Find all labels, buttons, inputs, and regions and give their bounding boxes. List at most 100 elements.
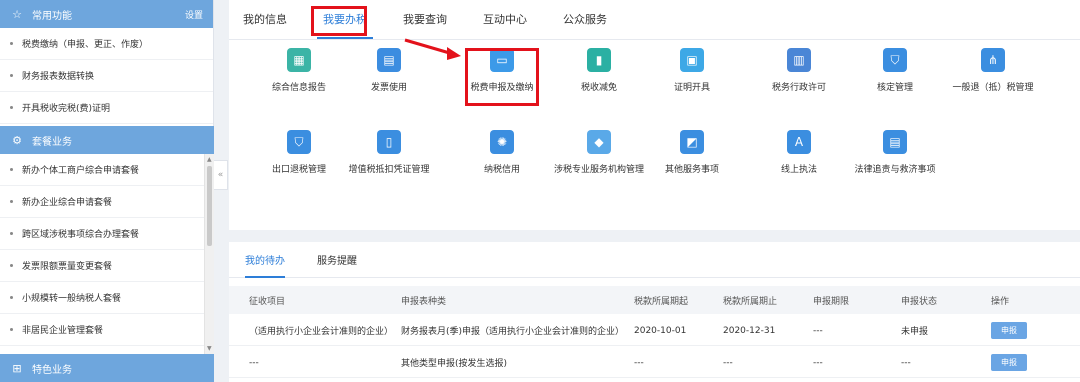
license-icon: ▥	[787, 48, 811, 72]
column-header: 申报表种类	[401, 296, 447, 307]
scroll-down-icon[interactable]: ▼	[207, 345, 212, 352]
gear-icon: ⚙	[12, 133, 22, 147]
tab-interaction[interactable]: 互动中心	[483, 0, 527, 39]
sidebar-header-common[interactable]: ☆ 常用功能 设置	[0, 0, 213, 28]
hierarchy-icon: ⋔	[981, 48, 1005, 72]
service-shield[interactable]: ⛉ 出口退税管理	[254, 130, 344, 175]
sidebar-header-special[interactable]: ⊞ 特色业务	[0, 354, 214, 382]
service-invoice[interactable]: ▤ 发票使用	[344, 48, 434, 93]
service-label: 纳税信用	[483, 165, 520, 175]
service-label: 涉税专业服务机构管理	[554, 165, 645, 175]
cell-deadline: ---	[813, 357, 823, 368]
sidebar-item-package[interactable]: 新办企业综合申请套餐	[0, 186, 204, 218]
service-hierarchy[interactable]: ⋔ 一般退（抵）税管理	[948, 48, 1038, 93]
sidebar-scrollbar[interactable]: ▲ ▼	[204, 154, 214, 354]
tab-public-service[interactable]: 公众服务	[563, 0, 607, 39]
bullet-icon	[10, 232, 13, 235]
sidebar-item-package[interactable]: 发票限额票量变更套餐	[0, 250, 204, 282]
service-lock[interactable]: ▯ 增值税抵扣凭证管理	[344, 130, 434, 175]
sidebar-item-package[interactable]: 非居民企业管理套餐	[0, 314, 204, 346]
service-label: 增值税抵扣凭证管理	[348, 165, 430, 175]
bullet-icon	[10, 74, 13, 77]
report-icon: ▦	[287, 48, 311, 72]
highlight-box-tab	[311, 6, 367, 36]
service-certificate[interactable]: ▣ 证明开具	[647, 48, 737, 93]
column-header: 申报状态	[901, 296, 938, 307]
tab-my-todo[interactable]: 我的待办	[245, 242, 285, 278]
sidebar-item-tax-certificate[interactable]: 开具税收完税(费)证明	[0, 92, 213, 124]
table-row: （适用执行小企业会计准则的企业） 财务报表月(季)申报（适用执行小企业会计准则的…	[229, 316, 1080, 346]
column-header: 操作	[991, 296, 1010, 307]
bullet-icon	[10, 200, 13, 203]
sidebar-item-tax-payment[interactable]: 税费缴纳（申报、更正、作废）	[0, 28, 213, 60]
double-chevron-left-icon: «	[217, 170, 224, 180]
sidebar-item-report-convert[interactable]: 财务报表数据转换	[0, 60, 213, 92]
cell-form-type: 其他类型申报(按发生选报)	[401, 359, 508, 369]
grid-icon: ⊞	[12, 361, 22, 375]
service-tag[interactable]: ◆ 涉税专业服务机构管理	[554, 130, 644, 175]
scroll-thumb[interactable]	[207, 166, 212, 246]
sidebar-item-label: 新办个体工商户综合申请套餐	[22, 166, 140, 176]
shield-icon: ⛉	[287, 130, 311, 154]
cell-period-start: 2020-10-01	[634, 325, 687, 336]
sidebar-item-label: 跨区域涉税事项综合办理套餐	[22, 230, 140, 240]
cell-period-end: 2020-12-31	[723, 325, 776, 336]
translate-icon: A	[787, 130, 811, 154]
sidebar-item-label: 税费缴纳（申报、更正、作废）	[22, 40, 149, 50]
service-medal[interactable]: ✺ 纳税信用	[457, 130, 547, 175]
tab-service-reminder[interactable]: 服务提醒	[317, 242, 357, 278]
todo-tabs: 我的待办 服务提醒	[229, 242, 1080, 278]
highlight-box-declare	[465, 48, 539, 106]
service-license[interactable]: ▥ 税务行政许可	[754, 48, 844, 93]
service-report[interactable]: ▦ 综合信息报告	[254, 48, 344, 93]
lock-icon: ▯	[377, 130, 401, 154]
monitor-chart-icon: ◩	[680, 130, 704, 154]
bullet-icon	[10, 168, 13, 171]
sidebar-item-package[interactable]: 小规模转一般纳税人套餐	[0, 282, 204, 314]
sidebar-item-label: 新办企业综合申请套餐	[22, 198, 113, 208]
service-translate[interactable]: A 线上执法	[754, 130, 844, 175]
column-header: 税款所属期起	[634, 296, 689, 307]
sidebar-item-package[interactable]: 新办个体工商户综合申请套餐	[0, 154, 204, 186]
sidebar-collapse-handle[interactable]: «	[214, 160, 228, 190]
service-label: 法律追责与救济事项	[854, 165, 936, 175]
service-label: 税收减免	[580, 83, 617, 93]
bar-chart-icon: ▮	[587, 48, 611, 72]
declare-button[interactable]: 申报	[991, 354, 1027, 371]
column-header: 征收项目	[249, 296, 286, 307]
service-document[interactable]: ▤ 法律追责与救济事项	[850, 130, 940, 175]
cell-form-type: 财务报表月(季)申报（适用执行小企业会计准则的企业）	[401, 327, 625, 337]
sidebar-settings-link[interactable]: 设置	[185, 8, 203, 21]
tab-query[interactable]: 我要查询	[403, 0, 447, 39]
sidebar-item-label: 财务报表数据转换	[22, 72, 95, 82]
service-label: 发票使用	[370, 83, 407, 93]
sidebar: ☆ 常用功能 设置 税费缴纳（申报、更正、作废） 财务报表数据转换 开具税收完税…	[0, 0, 214, 382]
tab-my-info[interactable]: 我的信息	[243, 0, 287, 39]
service-shield-check[interactable]: ⛉ 核定管理	[850, 48, 940, 93]
service-bar-chart[interactable]: ▮ 税收减免	[554, 48, 644, 93]
sidebar-header-packages-title: 套餐业务	[32, 136, 72, 148]
declare-button[interactable]: 申报	[991, 322, 1027, 339]
service-monitor-chart[interactable]: ◩ 其他服务事项	[647, 130, 737, 175]
service-label: 其他服务事项	[664, 165, 719, 175]
shield-check-icon: ⛉	[883, 48, 907, 72]
todo-panel: 我的待办 服务提醒 征收项目 申报表种类 税款所属期起 税款所属期止 申报期限 …	[229, 242, 1080, 382]
cell-status: 未申报	[901, 327, 929, 337]
cell-status: ---	[901, 357, 911, 368]
sidebar-item-label: 非居民企业管理套餐	[22, 326, 104, 336]
bullet-icon	[10, 264, 13, 267]
service-label: 一般退（抵）税管理	[952, 83, 1034, 93]
bullet-icon	[10, 106, 13, 109]
service-label: 综合信息报告	[271, 83, 326, 93]
sidebar-header-packages[interactable]: ⚙ 套餐业务	[0, 126, 214, 154]
sidebar-item-package[interactable]: 跨区域涉税事项综合办理套餐	[0, 218, 204, 250]
service-label: 证明开具	[673, 83, 710, 93]
scroll-up-icon[interactable]: ▲	[207, 156, 212, 163]
medal-icon: ✺	[490, 130, 514, 154]
sidebar-package-list: 新办个体工商户综合申请套餐 新办企业综合申请套餐 跨区域涉税事项综合办理套餐 发…	[0, 154, 204, 346]
sidebar-header-common-title: 常用功能	[32, 10, 72, 22]
document-icon: ▤	[883, 130, 907, 154]
bullet-icon	[10, 296, 13, 299]
star-icon: ☆	[12, 7, 22, 21]
service-label: 核定管理	[876, 83, 913, 93]
